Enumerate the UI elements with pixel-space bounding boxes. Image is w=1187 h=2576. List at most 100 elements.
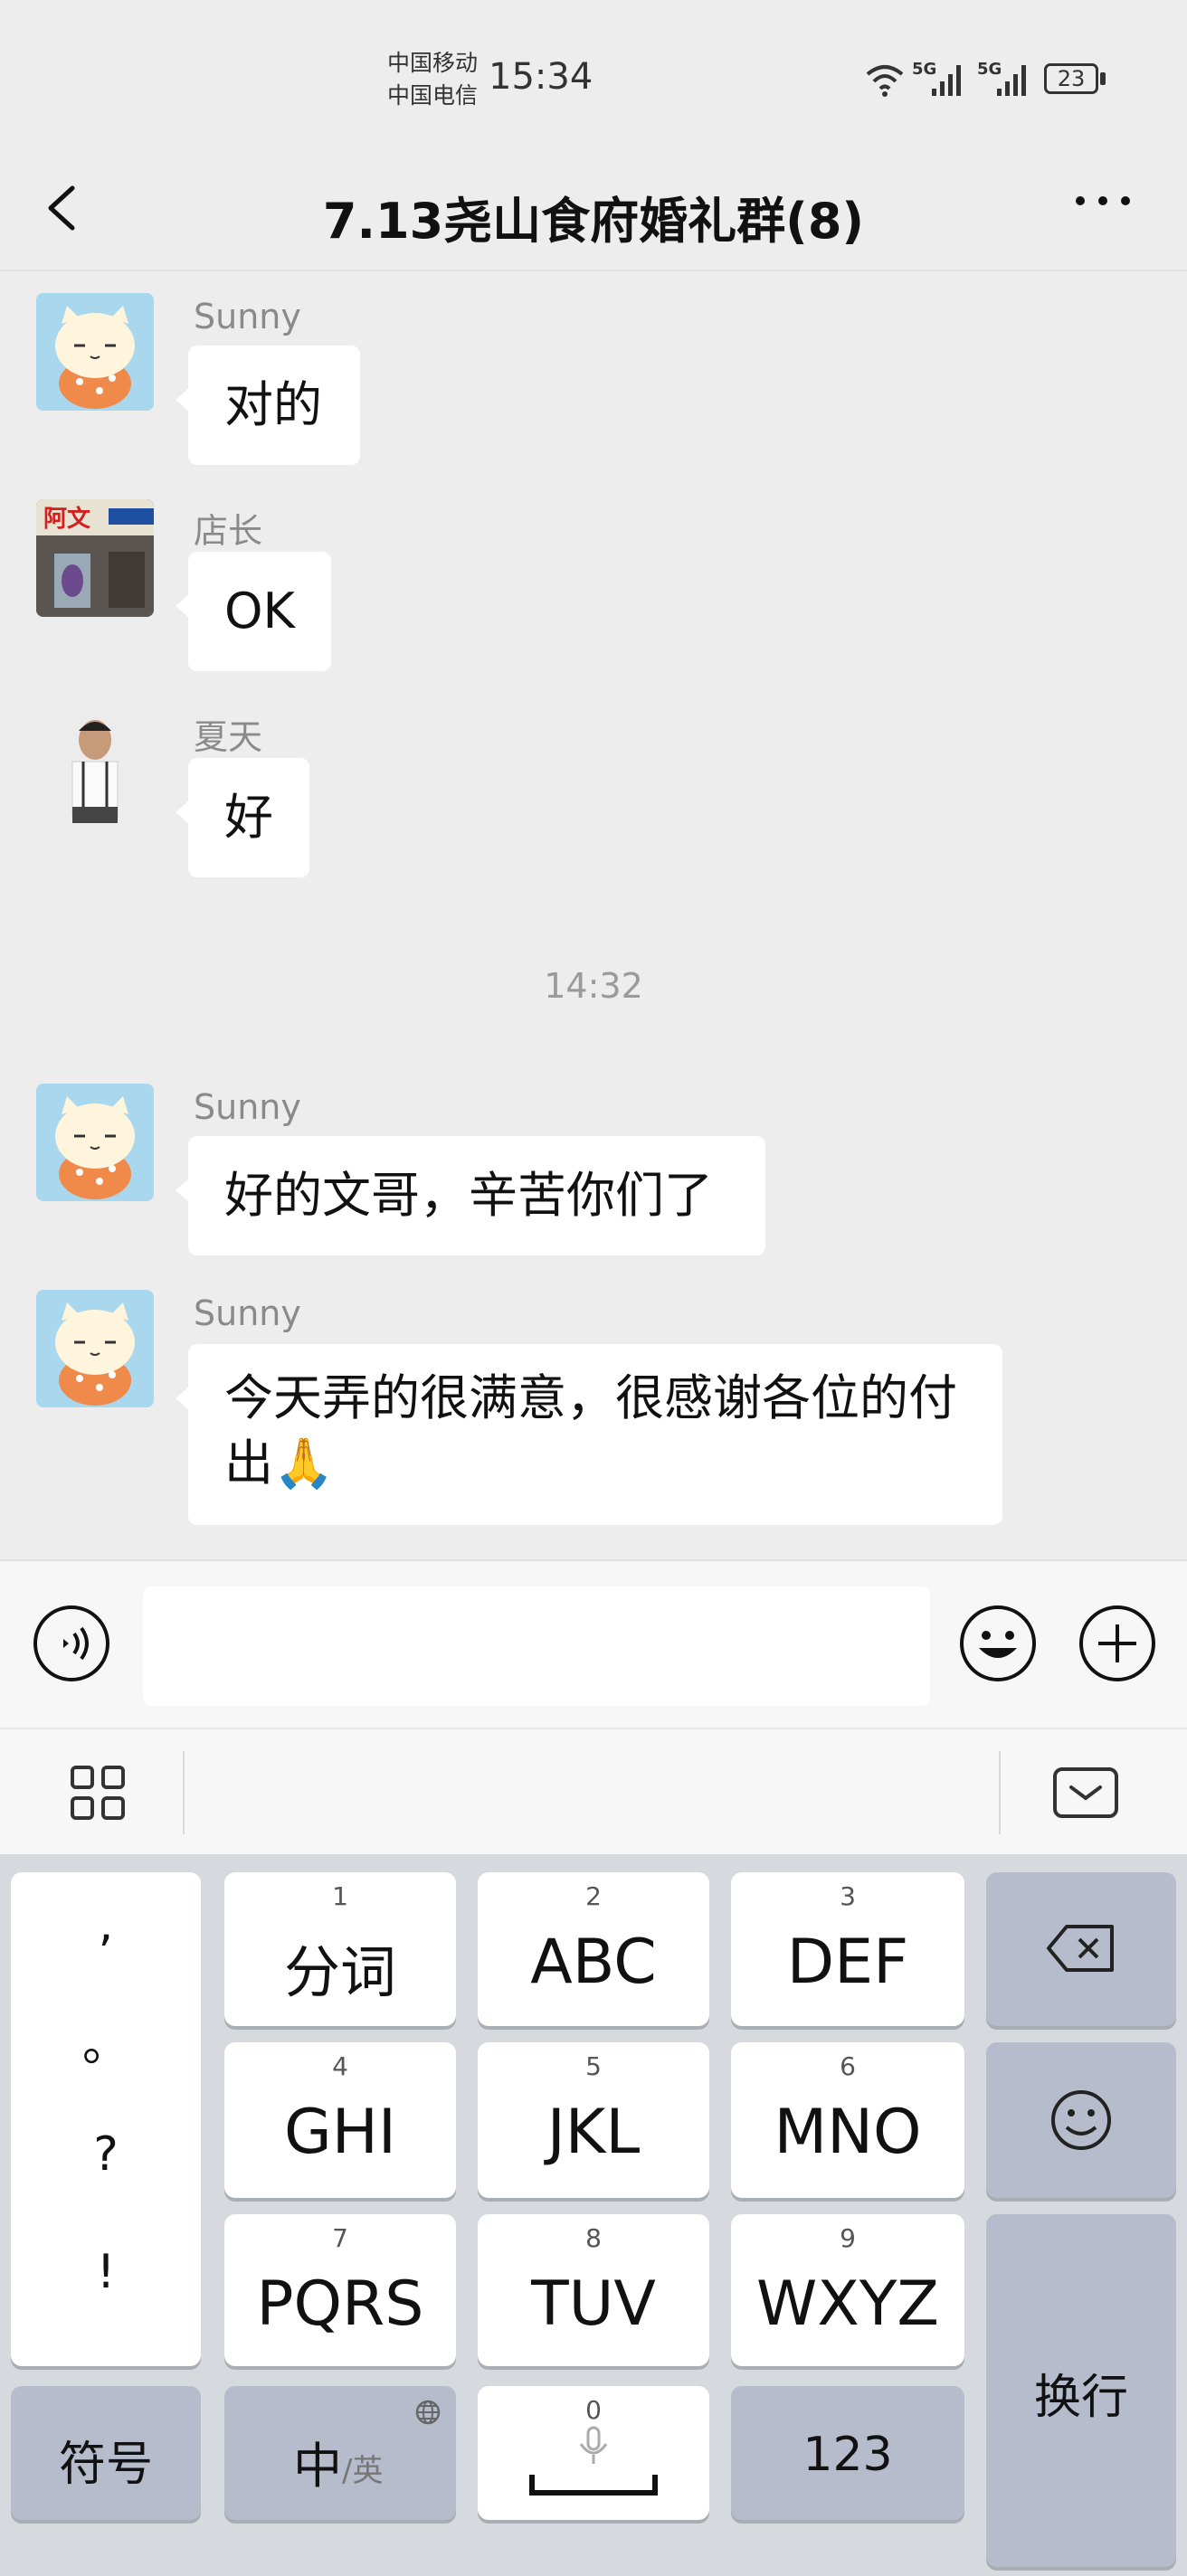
add-icon[interactable]	[1077, 1603, 1158, 1684]
key-4[interactable]: 4 GHI	[224, 2042, 456, 2198]
more-icon[interactable]	[1073, 192, 1133, 210]
avatar[interactable]	[36, 293, 154, 411]
key-label: PQRS	[256, 2268, 424, 2340]
message-bubble[interactable]: 好的文哥，辛苦你们了	[176, 1136, 765, 1255]
message-item: 阿文 店长 OK	[0, 497, 1187, 678]
battery-icon: 23	[1044, 63, 1098, 94]
carrier-1: 中国移动	[387, 50, 479, 76]
avatar[interactable]: 阿文	[36, 499, 154, 617]
backspace-icon	[1047, 1925, 1114, 1972]
chat-title: 7.13尧山食府婚礼群(8)	[322, 193, 865, 250]
punct-key-exclaim[interactable]: !	[11, 2245, 201, 2299]
lang-main-label: 中	[293, 2438, 342, 2495]
key-9[interactable]: 9 WXYZ	[731, 2214, 964, 2366]
chat-header: 7.13尧山食府婚礼群(8)	[0, 145, 1187, 271]
carrier-2: 中国电信	[387, 82, 479, 109]
key-label: ABC	[530, 1927, 657, 1998]
avatar[interactable]	[36, 1084, 154, 1201]
backspace-key[interactable]	[986, 1872, 1176, 2026]
punct-key-period[interactable]: 。	[11, 2006, 201, 2074]
space-bar-icon	[529, 2475, 658, 2496]
symbols-key[interactable]: 符号	[11, 2386, 201, 2520]
toolbar-divider	[999, 1751, 1001, 1834]
hide-keyboard-icon[interactable]	[1051, 1766, 1120, 1820]
wifi-icon	[866, 65, 904, 97]
emoji-icon[interactable]	[957, 1603, 1039, 1684]
key-3[interactable]: 3 DEF	[731, 1872, 964, 2026]
message-bubble[interactable]: 好	[176, 758, 309, 877]
key-label: GHI	[284, 2097, 396, 2168]
message-text-line-1: 今天弄的很满意，很感谢各位的付	[224, 1369, 957, 1426]
keyboard: , 。 ? ! 1 分词 2 ABC 3 DEF 4 GHI 5 JKL 6 M…	[0, 1854, 1187, 2576]
sender-name: 夏天	[194, 717, 263, 757]
message-item: Sunny 好的文哥，辛苦你们了	[0, 1082, 1187, 1263]
message-item: Sunny 今天弄的很满意，很感谢各位的付 出🙏	[0, 1288, 1187, 1550]
punct-key-question[interactable]: ?	[11, 2127, 201, 2182]
space-key-number: 0	[585, 2395, 602, 2425]
key-label: DEF	[786, 1927, 909, 1998]
message-input[interactable]	[143, 1586, 930, 1706]
sender-name: Sunny	[194, 1087, 301, 1127]
message-item: 夏天 好	[0, 704, 1187, 885]
symbols-key-label: 符号	[58, 2438, 153, 2492]
person-avatar-icon	[36, 706, 154, 823]
key-label: MNO	[774, 2097, 922, 2168]
message-bubble[interactable]: OK	[176, 552, 331, 671]
signal-2-icon	[997, 65, 1026, 96]
key-2[interactable]: 2 ABC	[478, 1872, 709, 2026]
message-bubble[interactable]: 今天弄的很满意，很感谢各位的付 出🙏	[176, 1344, 1002, 1525]
numbers-key-label: 123	[802, 2428, 893, 2482]
globe-icon	[415, 2400, 441, 2425]
key-number: 1	[332, 1881, 348, 1911]
key-number: 5	[585, 2051, 602, 2081]
lang-alt-label: /英	[342, 2453, 384, 2489]
key-7[interactable]: 7 PQRS	[224, 2214, 456, 2366]
key-number: 2	[585, 1881, 602, 1911]
cat-avatar-icon	[36, 1084, 154, 1201]
avatar[interactable]	[36, 706, 154, 823]
space-key[interactable]: 0	[478, 2386, 709, 2520]
keyboard-toolbar	[0, 1728, 1187, 1856]
key-6[interactable]: 6 MNO	[731, 2042, 964, 2198]
key-5[interactable]: 5 JKL	[478, 2042, 709, 2198]
punctuation-panel[interactable]: , 。 ? !	[11, 1872, 201, 2366]
grid-menu-icon[interactable]	[69, 1764, 127, 1822]
cat-avatar-icon	[36, 1290, 154, 1407]
key-number: 9	[840, 2223, 856, 2253]
key-label: WXYZ	[756, 2268, 939, 2340]
key-label: TUV	[531, 2268, 656, 2340]
microphone-icon	[579, 2426, 608, 2464]
message-text: OK	[224, 582, 295, 639]
clock: 15:34	[489, 56, 594, 98]
sender-name: Sunny	[194, 1293, 301, 1333]
voice-icon[interactable]	[31, 1603, 112, 1684]
language-switch-key[interactable]: 中 /英	[224, 2386, 456, 2520]
key-number: 7	[332, 2223, 348, 2253]
battery-tip	[1100, 72, 1106, 85]
enter-key-label: 换行	[1033, 2371, 1128, 2425]
sender-name: Sunny	[194, 297, 301, 336]
signal-1-icon	[932, 65, 961, 96]
message-text: 对的	[224, 376, 322, 433]
key-number: 6	[840, 2051, 856, 2081]
enter-key[interactable]: 换行	[986, 2214, 1176, 2567]
toolbar-divider	[183, 1751, 185, 1834]
message-text: 好	[224, 789, 273, 846]
shop-avatar-icon: 阿文	[36, 499, 154, 617]
sender-name: 店长	[194, 511, 263, 551]
numbers-key[interactable]: 123	[731, 2386, 964, 2520]
key-label: 分词	[283, 1939, 396, 2005]
punct-key-comma[interactable]: ,	[11, 1898, 201, 1952]
message-bubble[interactable]: 对的	[176, 346, 360, 465]
battery-level: 23	[1057, 66, 1086, 91]
key-label: JKL	[546, 2097, 641, 2168]
avatar[interactable]	[36, 1290, 154, 1407]
emoji-key[interactable]	[986, 2042, 1176, 2198]
key-8[interactable]: 8 TUV	[478, 2214, 709, 2366]
key-1[interactable]: 1 分词	[224, 1872, 456, 2026]
message-text-line-2: 出🙏	[224, 1431, 966, 1496]
key-number: 4	[332, 2051, 348, 2081]
status-bar: 中国移动 中国电信 15:34 5G 5G 23	[0, 0, 1187, 145]
praying-hands-emoji: 🙏	[273, 1435, 335, 1492]
smiley-icon	[1051, 2090, 1111, 2150]
